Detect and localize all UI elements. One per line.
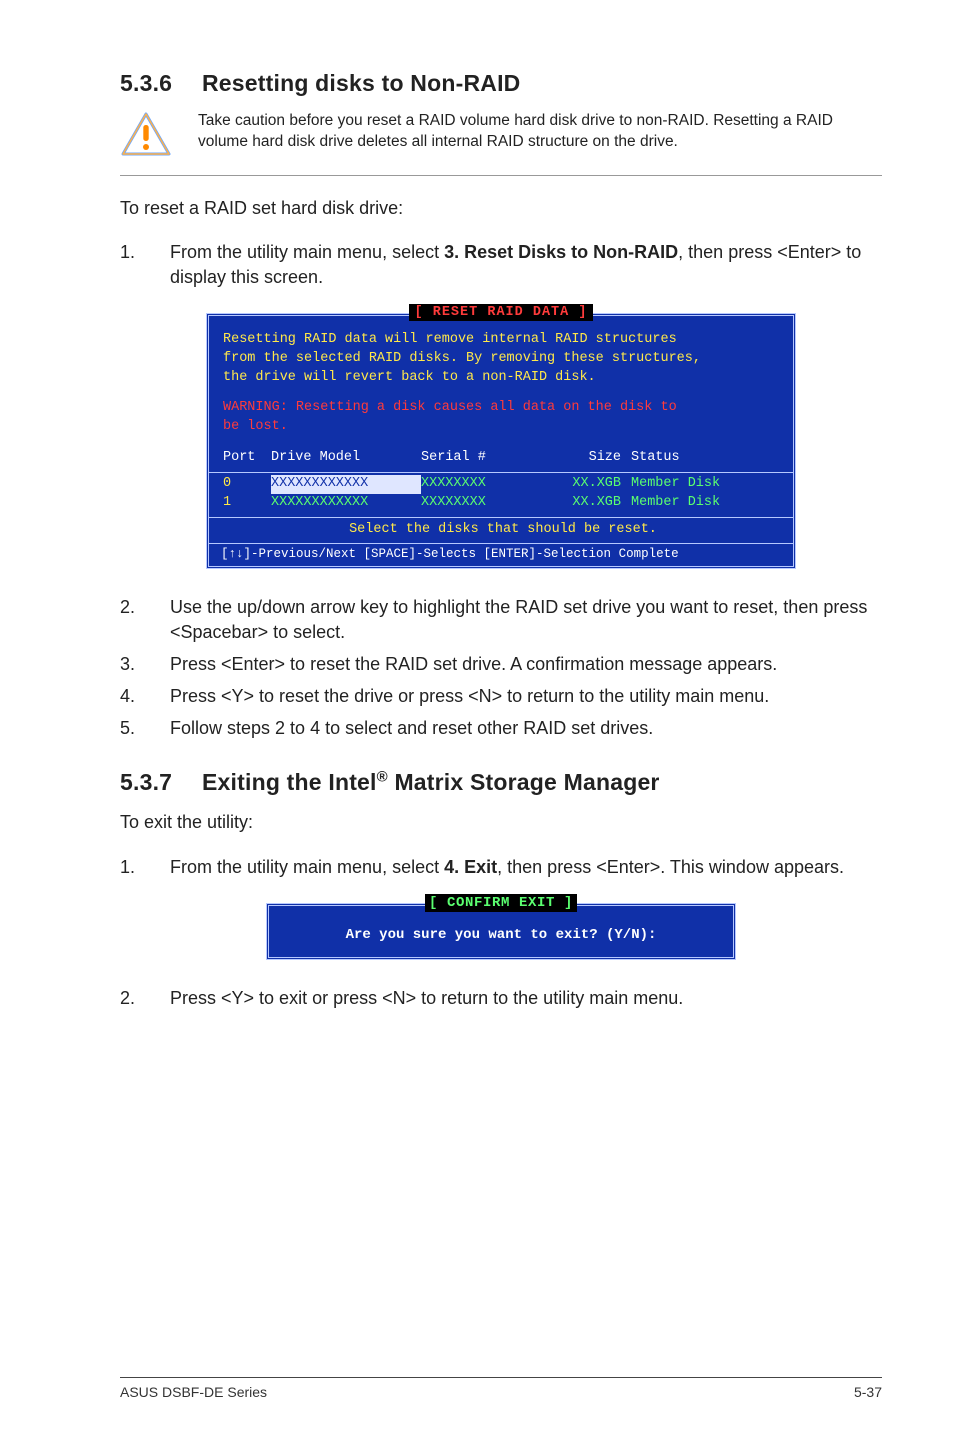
cell-status: Member Disk [631, 494, 771, 513]
cell-model: XXXXXXXXXXXX [271, 494, 421, 513]
reset-raid-warning-line: be lost. [223, 418, 783, 437]
confirm-exit-body: Are you sure you want to exit? (Y/N): [281, 922, 721, 946]
step-text: From the utility main menu, select 4. Ex… [170, 855, 882, 879]
confirm-exit-title: [ CONFIRM EXIT ] [281, 894, 721, 914]
footer-right: 5-37 [854, 1384, 882, 1400]
page-footer: ASUS DSBF-DE Series 5-37 [120, 1377, 882, 1400]
heading-5-3-7: 5.3.7Exiting the Intel® Matrix Storage M… [120, 769, 882, 797]
step-3: 3. Press <Enter> to reset the RAID set d… [120, 652, 882, 676]
footer-left: ASUS DSBF-DE Series [120, 1384, 267, 1400]
caution-icon [120, 111, 172, 159]
text: From the utility main menu, select [170, 857, 444, 877]
heading-5-3-6: 5.3.6Resetting disks to Non-RAID [120, 70, 882, 97]
cell-model-selected: XXXXXXXXXXXX [271, 475, 421, 494]
caution-block: Take caution before you reset a RAID vol… [120, 111, 882, 159]
step-5: 5. Follow steps 2 to 4 to select and res… [120, 716, 882, 740]
table-divider [209, 517, 793, 518]
cell-size: XX.XGB [551, 494, 631, 513]
step-text: Press <Y> to exit or press <N> to return… [170, 986, 882, 1010]
text: Matrix Storage Manager [388, 769, 660, 795]
table-row: 0 XXXXXXXXXXXX XXXXXXXX XX.XGB Member Di… [223, 475, 783, 494]
reset-raid-screenshot: [ RESET RAID DATA ] Resetting RAID data … [120, 313, 882, 569]
text: , then press <Enter>. This window appear… [497, 857, 844, 877]
divider [120, 175, 882, 176]
confirm-exit-box: [ CONFIRM EXIT ] Are you sure you want t… [266, 903, 736, 960]
step-1: 1. From the utility main menu, select 4.… [120, 855, 882, 879]
step-number: 2. [120, 986, 170, 1010]
reset-raid-para-line: from the selected RAID disks. By removin… [223, 350, 783, 369]
heading-title: Resetting disks to Non-RAID [202, 70, 520, 96]
select-msg: Select the disks that should be reset. [223, 520, 783, 541]
steps-list-2: 1. From the utility main menu, select 4.… [120, 855, 882, 879]
text: Exiting the Intel [202, 769, 377, 795]
step-number: 5. [120, 716, 170, 740]
reset-raid-box: [ RESET RAID DATA ] Resetting RAID data … [206, 313, 796, 569]
table-header-row: Port Drive Model Serial # Size Status [223, 449, 783, 468]
intro-text-2: To exit the utility: [120, 810, 882, 834]
step-number: 3. [120, 652, 170, 676]
cell-port: 1 [223, 494, 271, 513]
text: From the utility main menu, select [170, 242, 444, 262]
steps-list-2b: 2. Press <Y> to exit or press <N> to ret… [120, 986, 882, 1010]
cell-serial: XXXXXXXX [421, 475, 551, 494]
step-number: 1. [120, 855, 170, 879]
step-2: 2. Use the up/down arrow key to highligh… [120, 595, 882, 644]
col-serial: Serial # [421, 449, 551, 468]
reset-raid-para-line: Resetting RAID data will remove internal… [223, 331, 783, 350]
cell-status: Member Disk [631, 475, 771, 494]
col-port: Port [223, 449, 271, 468]
intro-text-1: To reset a RAID set hard disk drive: [120, 196, 882, 220]
reset-raid-para-line: the drive will revert back to a non-RAID… [223, 369, 783, 388]
step-text: Follow steps 2 to 4 to select and reset … [170, 716, 882, 740]
bold-text: 3. Reset Disks to Non-RAID [444, 242, 678, 262]
step-text: Press <Enter> to reset the RAID set driv… [170, 652, 882, 676]
confirm-exit-screenshot: [ CONFIRM EXIT ] Are you sure you want t… [120, 903, 882, 960]
cell-size: XX.XGB [551, 475, 631, 494]
term-footer: [↑↓]-Previous/Next [SPACE]-Selects [ENTE… [209, 543, 793, 567]
cell-serial: XXXXXXXX [421, 494, 551, 513]
step-text: Use the up/down arrow key to highlight t… [170, 595, 882, 644]
step-2: 2. Press <Y> to exit or press <N> to ret… [120, 986, 882, 1010]
title-text: [ CONFIRM EXIT ] [425, 894, 577, 912]
table-divider [209, 472, 793, 473]
step-text: From the utility main menu, select 3. Re… [170, 240, 882, 289]
table-row: 1 XXXXXXXXXXXX XXXXXXXX XX.XGB Member Di… [223, 494, 783, 513]
title-text: [ RESET RAID DATA ] [409, 304, 594, 321]
caution-text: Take caution before you reset a RAID vol… [198, 111, 882, 153]
step-number: 4. [120, 684, 170, 708]
bold-text: 4. Exit [444, 857, 497, 877]
steps-list-1: 1. From the utility main menu, select 3.… [120, 240, 882, 289]
col-size: Size [551, 449, 631, 468]
heading-number: 5.3.7 [120, 769, 202, 796]
col-model: Drive Model [271, 449, 421, 468]
heading-number: 5.3.6 [120, 70, 202, 97]
registered-mark: ® [377, 769, 388, 786]
step-text: Press <Y> to reset the drive or press <N… [170, 684, 882, 708]
col-status: Status [631, 449, 771, 468]
step-4: 4. Press <Y> to reset the drive or press… [120, 684, 882, 708]
step-number: 1. [120, 240, 170, 289]
steps-list-1b: 2. Use the up/down arrow key to highligh… [120, 595, 882, 740]
heading-title: Exiting the Intel® Matrix Storage Manage… [202, 769, 660, 795]
reset-raid-warning-line: WARNING: Resetting a disk causes all dat… [223, 399, 783, 418]
cell-port: 0 [223, 475, 271, 494]
reset-raid-title: [ RESET RAID DATA ] [209, 304, 793, 323]
step-1: 1. From the utility main menu, select 3.… [120, 240, 882, 289]
step-number: 2. [120, 595, 170, 644]
